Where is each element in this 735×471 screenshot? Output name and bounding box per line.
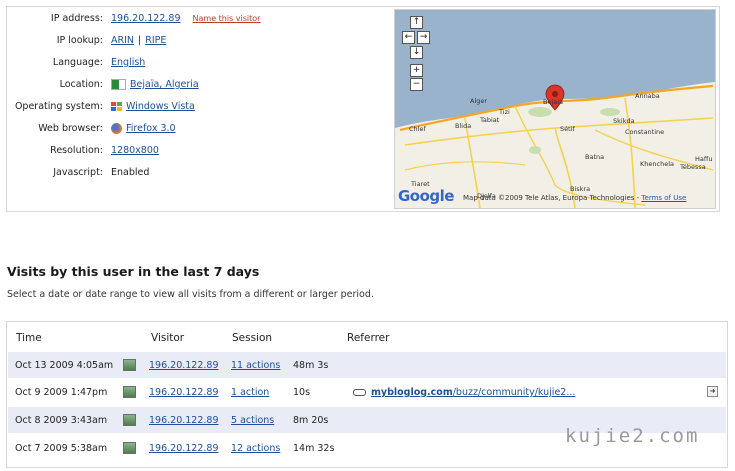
visits-subtitle: Select a date or date range to view all … [7, 289, 374, 300]
watermark: kujie2.com [565, 425, 700, 447]
visitor-profile-icon[interactable] [123, 442, 136, 454]
city-alger: Alger [470, 97, 488, 105]
city-hafsu: Haffu [695, 155, 713, 163]
row-actions-link[interactable]: 5 actions [231, 415, 274, 426]
zoom-out-button[interactable]: − [410, 78, 423, 91]
javascript-label: Javascript: [53, 167, 103, 178]
row-duration: 48m 3s [293, 360, 329, 371]
row-time: Oct 9 2009 1:47pm [15, 387, 108, 398]
os-link[interactable]: Windows Vista [126, 101, 195, 112]
windows-icon [111, 102, 122, 111]
city-bejaia: Bejaia [543, 98, 564, 106]
arin-link[interactable]: ARIN [111, 35, 134, 46]
open-referrer-arrow-icon[interactable]: ➜ [707, 386, 718, 397]
lookup-label: IP lookup: [56, 35, 103, 46]
city-biskra: Biskra [570, 185, 591, 193]
row-visitor-link[interactable]: 196.20.122.89 [149, 415, 219, 426]
row-duration: 14m 32s [293, 443, 335, 454]
map-copyright-text: Map data ©2009 Tele Atlas, Europa Techno… [463, 194, 642, 202]
pan-down-button[interactable]: ↓ [410, 46, 423, 59]
pan-up-button[interactable]: ↑ [410, 16, 423, 29]
visitor-profile-icon[interactable] [123, 414, 136, 426]
city-annaba: Annaba [635, 92, 660, 100]
header-referrer: Referrer [347, 332, 390, 344]
row-time: Oct 7 2009 5:38am [15, 443, 108, 454]
visitor-profile-icon[interactable] [123, 386, 136, 398]
location-label: Location: [59, 79, 103, 90]
city-khenchela: Khenchela [640, 160, 674, 168]
os-label: Operating system: [14, 101, 103, 112]
row-visitor-link[interactable]: 196.20.122.89 [149, 443, 219, 454]
browser-label: Web browser: [38, 123, 103, 134]
city-tebessa: Tébessa [680, 163, 706, 171]
pan-right-button[interactable]: → [417, 31, 430, 44]
ip-link[interactable]: 196.20.122.89 [111, 13, 181, 24]
visits-title: Visits by this user in the last 7 days [7, 264, 260, 279]
map-terrain [395, 10, 715, 208]
city-constantine: Constantine [625, 128, 665, 136]
row-actions-link[interactable]: 12 actions [231, 443, 280, 454]
row-visitor-link[interactable]: 196.20.122.89 [149, 387, 219, 398]
header-session: Session [232, 332, 273, 344]
city-tizi: Tizi [499, 108, 510, 116]
algeria-flag-icon [111, 79, 126, 90]
city-blida: Blida [455, 122, 472, 130]
city-chlef: Chlef [409, 125, 426, 133]
language-label: Language: [52, 57, 103, 68]
link-chain-icon [353, 389, 366, 396]
row-duration: 8m 20s [293, 415, 329, 426]
firefox-icon [111, 123, 122, 134]
ripe-link[interactable]: RIPE [145, 35, 166, 46]
referrer-domain-link[interactable]: mybloglog.com [371, 387, 453, 398]
terms-of-use-link[interactable]: Terms of Use [641, 194, 686, 202]
google-logo: Google [398, 187, 454, 205]
city-batna: Batna [585, 153, 605, 161]
location-link[interactable]: Bejaïa, Algeria [130, 79, 199, 90]
visitor-profile-icon[interactable] [123, 359, 136, 371]
name-visitor-link[interactable]: Name this visitor [193, 14, 261, 23]
header-visitor: Visitor [151, 332, 185, 344]
lookup-separator: | [138, 35, 142, 46]
browser-link[interactable]: Firefox 3.0 [126, 123, 176, 134]
table-row[interactable]: Oct 9 2009 1:47pm 196.20.122.89 1 action… [8, 379, 726, 405]
row-visitor-link[interactable]: 196.20.122.89 [149, 360, 219, 371]
row-time: Oct 8 2009 3:43am [15, 415, 108, 426]
map-copyright: Map data ©2009 Tele Atlas, Europa Techno… [463, 194, 686, 202]
resolution-label: Resolution: [50, 145, 103, 156]
ip-label: IP address: [50, 13, 103, 24]
language-link[interactable]: English [111, 57, 145, 68]
row-time: Oct 13 2009 4:05am [15, 360, 114, 371]
resolution-link[interactable]: 1280x800 [111, 145, 159, 156]
city-skikda: Skikda [613, 117, 635, 125]
javascript-value: Enabled [111, 167, 150, 178]
city-tabiat: Tabiat [480, 116, 500, 124]
referrer-path-link[interactable]: /buzz/community/kujie2... [453, 387, 576, 398]
header-time: Time [16, 332, 42, 344]
location-map[interactable]: ↑ ← → ↓ + − Annaba Alger Bejaia Tizi Bli… [394, 9, 716, 209]
row-actions-link[interactable]: 11 actions [231, 360, 280, 371]
table-row[interactable]: Oct 13 2009 4:05am 196.20.122.89 11 acti… [8, 352, 726, 378]
referrer-cell[interactable]: mybloglog.com/buzz/community/kujie2... [353, 387, 575, 398]
row-actions-link[interactable]: 1 action [231, 387, 269, 398]
pan-left-button[interactable]: ← [402, 31, 415, 44]
city-setif: Sétif [560, 125, 575, 133]
row-duration: 10s [293, 387, 311, 398]
zoom-in-button[interactable]: + [410, 64, 423, 77]
